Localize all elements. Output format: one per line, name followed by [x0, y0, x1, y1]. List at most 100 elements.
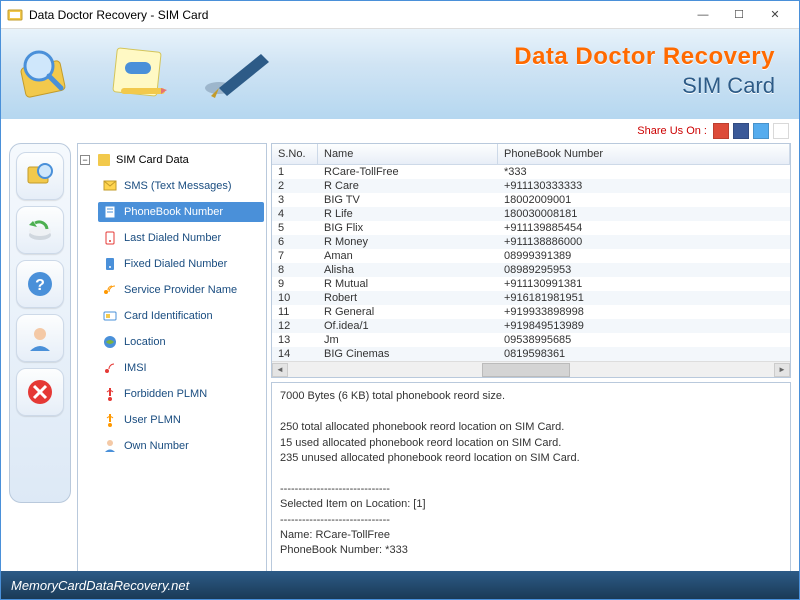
scan-sim-button[interactable]	[16, 152, 64, 200]
cell-sno: 12	[272, 319, 318, 333]
cell-name: Aman	[318, 249, 498, 263]
minimize-button[interactable]: —	[685, 4, 721, 26]
tree-item-location[interactable]: Location	[98, 332, 264, 352]
table-row[interactable]: 5BIG Flix+911139885454	[272, 221, 790, 235]
user-button[interactable]	[16, 314, 64, 362]
table-row[interactable]: 1RCare-TollFree*333	[272, 165, 790, 179]
cell-phone: +911139885454	[498, 221, 790, 235]
save-button[interactable]	[16, 206, 64, 254]
cell-phone: 08999391389	[498, 249, 790, 263]
banner-subtitle: SIM Card	[514, 73, 775, 99]
tree-item-icon	[102, 230, 118, 246]
cell-sno: 6	[272, 235, 318, 249]
sim-icon	[96, 152, 112, 168]
cell-phone: 180030008181	[498, 207, 790, 221]
table-row[interactable]: 12Of.idea/1+919849513989	[272, 319, 790, 333]
exit-button[interactable]	[16, 368, 64, 416]
googleplus-icon[interactable]	[713, 123, 729, 139]
tree-item-label: PhoneBook Number	[124, 206, 223, 218]
cell-name: R Life	[318, 207, 498, 221]
tree-item-icon	[102, 438, 118, 454]
tree-item-phonebook-number[interactable]: PhoneBook Number	[98, 202, 264, 222]
cell-name: BIG Cinemas	[318, 347, 498, 361]
maximize-button[interactable]: ☐	[721, 4, 757, 26]
cell-name: Jm	[318, 333, 498, 347]
tree-item-imsi[interactable]: IMSI	[98, 358, 264, 378]
cell-sno: 11	[272, 305, 318, 319]
table-row[interactable]: 8Alisha08989295953	[272, 263, 790, 277]
tree-item-icon	[102, 178, 118, 194]
tree-item-card-identification[interactable]: Card Identification	[98, 306, 264, 326]
facebook-icon[interactable]	[733, 123, 749, 139]
cell-sno: 8	[272, 263, 318, 277]
table-row[interactable]: 10Robert+916181981951	[272, 291, 790, 305]
close-button[interactable]: ✕	[757, 4, 793, 26]
tree-item-last-dialed-number[interactable]: Last Dialed Number	[98, 228, 264, 248]
collapse-icon[interactable]: −	[80, 155, 90, 165]
tree-item-label: Forbidden PLMN	[124, 388, 207, 400]
column-header-name[interactable]: Name	[318, 144, 498, 164]
cell-phone: +911130991381	[498, 277, 790, 291]
cell-phone: 08989295953	[498, 263, 790, 277]
window-title: Data Doctor Recovery - SIM Card	[29, 8, 685, 22]
tree-item-label: Last Dialed Number	[124, 232, 221, 244]
tree-item-forbidden-plmn[interactable]: Forbidden PLMN	[98, 384, 264, 404]
table-row[interactable]: 2R Care+911130333333	[272, 179, 790, 193]
tree-item-user-plmn[interactable]: User PLMN	[98, 410, 264, 430]
tree-item-icon	[102, 282, 118, 298]
banner: Data Doctor Recovery SIM Card	[1, 29, 799, 119]
cell-phone: 0819598361	[498, 347, 790, 361]
cell-sno: 10	[272, 291, 318, 305]
tree-root[interactable]: − SIM Card Data	[80, 150, 264, 170]
tree-item-icon	[102, 256, 118, 272]
cell-phone: 09538995685	[498, 333, 790, 347]
scroll-right-button[interactable]: ►	[774, 363, 790, 377]
column-header-sno[interactable]: S.No.	[272, 144, 318, 164]
cell-sno: 1	[272, 165, 318, 179]
table-row[interactable]: 14BIG Cinemas0819598361	[272, 347, 790, 361]
cell-sno: 13	[272, 333, 318, 347]
sim-magnifier-icon	[13, 44, 83, 104]
details-panel: 7000 Bytes (6 KB) total phonebook reord …	[271, 382, 791, 591]
tree-root-label: SIM Card Data	[116, 154, 189, 166]
tree-panel: − SIM Card Data SMS (Text Messages) Phone…	[77, 143, 267, 573]
cell-phone: +911130333333	[498, 179, 790, 193]
tree-item-service-provider-name[interactable]: Service Provider Name	[98, 280, 264, 300]
tree-item-icon	[102, 308, 118, 324]
tree-item-label: Fixed Dialed Number	[124, 258, 227, 270]
cell-name: BIG Flix	[318, 221, 498, 235]
table-row[interactable]: 13Jm09538995685	[272, 333, 790, 347]
cell-sno: 4	[272, 207, 318, 221]
share-label: Share Us On :	[637, 125, 707, 137]
tree-item-own-number[interactable]: Own Number	[98, 436, 264, 456]
banner-icons	[13, 44, 281, 104]
table-row[interactable]: 9R Mutual+911130991381	[272, 277, 790, 291]
column-header-phone[interactable]: PhoneBook Number	[498, 144, 790, 164]
share-more-icon[interactable]	[773, 123, 789, 139]
help-button[interactable]: ?	[16, 260, 64, 308]
scroll-left-button[interactable]: ◄	[272, 363, 288, 377]
twitter-icon[interactable]	[753, 123, 769, 139]
tree-item-icon	[102, 204, 118, 220]
table-row[interactable]: 7Aman08999391389	[272, 249, 790, 263]
cell-name: R Money	[318, 235, 498, 249]
cell-phone: 18002009001	[498, 193, 790, 207]
cell-name: R Mutual	[318, 277, 498, 291]
scrollbar-thumb[interactable]	[482, 363, 569, 377]
cell-phone: +919933898998	[498, 305, 790, 319]
tree-item-sms-text-messages-[interactable]: SMS (Text Messages)	[98, 176, 264, 196]
tree-item-label: Service Provider Name	[124, 284, 237, 296]
table-row[interactable]: 4R Life180030008181	[272, 207, 790, 221]
tree-item-label: Card Identification	[124, 310, 213, 322]
table-row[interactable]: 3BIG TV18002009001	[272, 193, 790, 207]
table-row[interactable]: 11R General+919933898998	[272, 305, 790, 319]
cell-sno: 2	[272, 179, 318, 193]
cell-phone: +911138886000	[498, 235, 790, 249]
tree-item-label: User PLMN	[124, 414, 181, 426]
table-row[interactable]: 6R Money+911138886000	[272, 235, 790, 249]
cell-name: Robert	[318, 291, 498, 305]
cell-sno: 9	[272, 277, 318, 291]
horizontal-scrollbar[interactable]: ◄ ►	[272, 361, 790, 377]
cell-phone: +919849513989	[498, 319, 790, 333]
tree-item-fixed-dialed-number[interactable]: Fixed Dialed Number	[98, 254, 264, 274]
